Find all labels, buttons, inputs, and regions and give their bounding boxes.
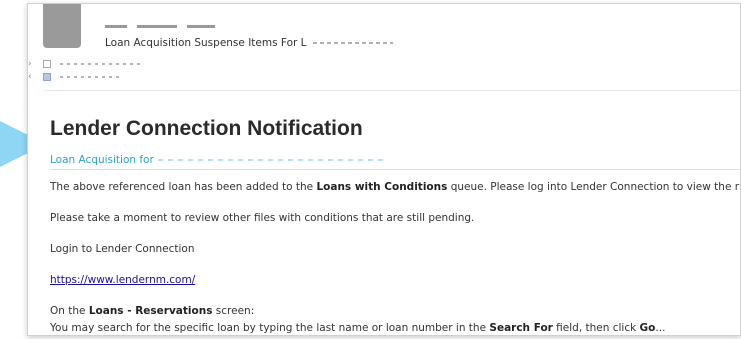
recipient-row-marker: › [28,59,32,69]
recipient-row-cc[interactable]: ‹ [28,72,120,82]
recipient-redacted [59,75,120,78]
email-body: Lender Connection Notification Loan Acqu… [50,114,740,335]
notification-title: Lender Connection Notification [50,117,363,140]
email-subject: Loan Acquisition Suspense Items For L [105,37,393,49]
header-divider [44,90,740,91]
recipient-row-marker: ‹ [28,72,32,82]
loan-reference-redacted [157,159,388,161]
lender-connection-link-row: https://www.lendernm.com/ [50,273,740,287]
screenshot-stage: Loan Acquisition Suspense Items For L › … [0,0,741,339]
login-instruction: Login to Lender Connection [50,243,195,255]
loan-reference-line: Loan Acquisition for [50,153,740,170]
email-header: Loan Acquisition Suspense Items For L › … [28,4,740,91]
sender-avatar[interactable] [43,4,81,48]
recipient-row-to[interactable]: › [28,59,140,69]
reservations-screen-heading: On the Loans - Reservations screen: [50,305,255,317]
search-instruction: You may search for the specific loan by … [50,322,666,334]
recipient-checkbox[interactable] [42,59,51,68]
email-reading-pane: Loan Acquisition Suspense Items For L › … [27,3,741,336]
recipient-redacted [59,62,140,65]
sender-name-redacted [105,16,285,28]
recipient-checkbox[interactable] [42,72,51,81]
lender-connection-link[interactable]: https://www.lendernm.com/ [50,274,195,286]
loan-added-message: The above referenced loan has been added… [50,181,740,193]
review-message: Please take a moment to review other fil… [50,212,475,224]
subject-redacted-part [312,42,393,44]
